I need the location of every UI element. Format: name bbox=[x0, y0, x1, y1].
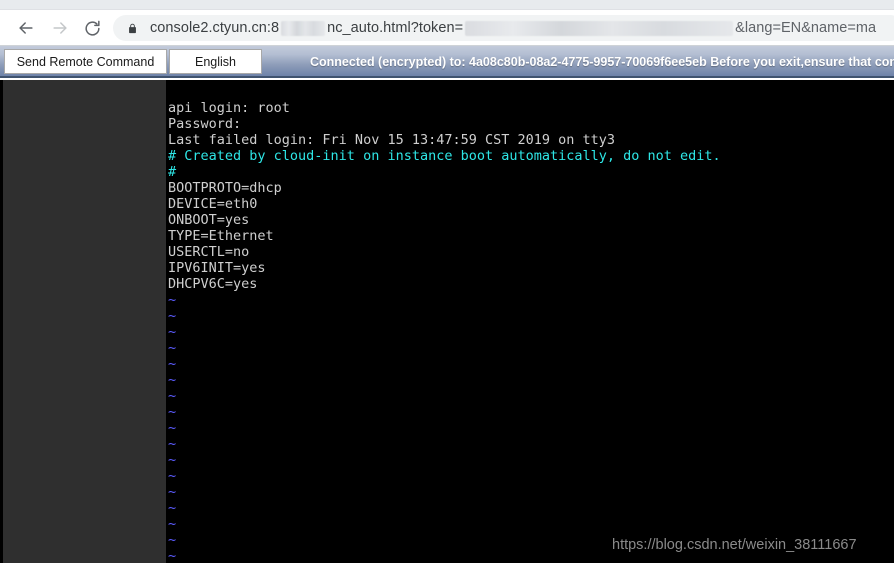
browser-window: console2.ctyun.cn:8 nc_auto.html?token= &l… bbox=[0, 0, 894, 563]
terminal-line: ~ bbox=[168, 516, 177, 532]
terminal-line: ~ bbox=[168, 500, 177, 516]
connection-status-text: Connected (encrypted) to: 4a08c80b-08a2-… bbox=[310, 55, 894, 69]
terminal-line: DHCPV6C=yes bbox=[168, 276, 258, 292]
terminal-line: api login: root bbox=[168, 100, 290, 116]
terminal-line: ~ bbox=[168, 436, 177, 452]
reload-button[interactable] bbox=[80, 16, 104, 40]
forward-button[interactable] bbox=[48, 16, 72, 40]
terminal-line: Password: bbox=[168, 116, 242, 132]
terminal-line: ~ bbox=[168, 372, 177, 388]
terminal-line: Last failed login: Fri Nov 15 13:47:59 C… bbox=[168, 132, 616, 148]
terminal-line: ~ bbox=[168, 420, 177, 436]
terminal-line: ~ bbox=[168, 356, 177, 372]
address-bar[interactable]: console2.ctyun.cn:8 nc_auto.html?token= &l… bbox=[113, 15, 894, 41]
terminal-line: ~ bbox=[168, 468, 177, 484]
reload-icon bbox=[83, 19, 102, 38]
terminal-line: TYPE=Ethernet bbox=[168, 228, 274, 244]
send-remote-command-button[interactable]: Send Remote Command bbox=[4, 49, 167, 74]
terminal-output[interactable]: api login: root Password: Last failed logi… bbox=[166, 80, 894, 563]
terminal-line: ONBOOT=yes bbox=[168, 212, 250, 228]
url-query: &lang=EN&name=ma bbox=[735, 20, 877, 36]
url-redacted-port bbox=[281, 20, 326, 36]
lock-icon bbox=[127, 21, 139, 35]
terminal-line: ~ bbox=[168, 340, 177, 356]
browser-toolbar: console2.ctyun.cn:8 nc_auto.html?token= &l… bbox=[0, 10, 894, 46]
terminal-line: ~ bbox=[168, 484, 177, 500]
language-button[interactable]: English bbox=[169, 49, 262, 74]
arrow-right-icon bbox=[50, 18, 70, 38]
terminal-line: ~ bbox=[168, 388, 177, 404]
terminal-line: ~ bbox=[168, 292, 177, 308]
terminal-line: # bbox=[168, 164, 177, 180]
terminal-line: # Created by cloud-init on instance boot… bbox=[168, 148, 721, 164]
url-text: console2.ctyun.cn:8 nc_auto.html?token= &l… bbox=[150, 20, 876, 36]
watermark-text: https://blog.csdn.net/weixin_38111667 bbox=[612, 537, 857, 553]
terminal-line: USERCTL=no bbox=[168, 244, 250, 260]
tab-strip bbox=[0, 0, 894, 10]
canvas-left-gutter bbox=[3, 80, 166, 563]
terminal-line: ~ bbox=[168, 308, 177, 324]
url-host-port: console2.ctyun.cn:8 bbox=[150, 20, 280, 36]
terminal-line: IPV6INIT=yes bbox=[168, 260, 266, 276]
url-redacted-token bbox=[465, 20, 734, 36]
terminal-line: BOOTPROTO=dhcp bbox=[168, 180, 282, 196]
vnc-toolbar: Send Remote Command English Connected (e… bbox=[0, 46, 894, 78]
terminal-line: DEVICE=eth0 bbox=[168, 196, 258, 212]
arrow-left-icon bbox=[16, 18, 36, 38]
vnc-canvas[interactable]: api login: root Password: Last failed logi… bbox=[0, 80, 894, 563]
terminal-line: ~ bbox=[168, 324, 177, 340]
back-button[interactable] bbox=[14, 16, 38, 40]
url-path: nc_auto.html?token= bbox=[327, 20, 464, 36]
terminal-line: ~ bbox=[168, 404, 177, 420]
terminal-line: ~ bbox=[168, 452, 177, 468]
